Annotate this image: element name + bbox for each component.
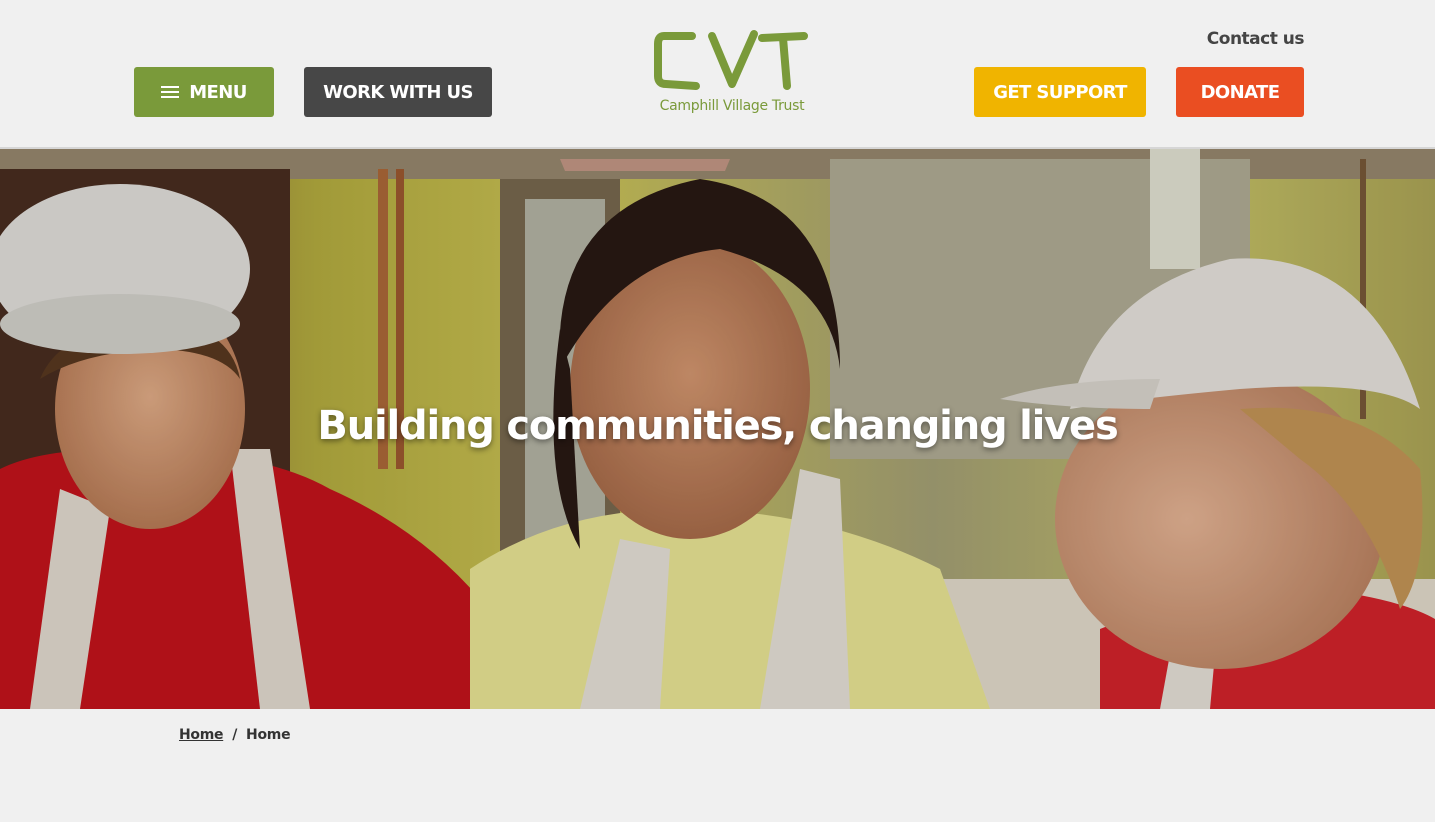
menu-button[interactable]: MENU bbox=[134, 67, 274, 117]
hero-banner: Building communities, changing lives bbox=[0, 149, 1435, 709]
logo-subtitle: Camphill Village Trust bbox=[659, 98, 805, 114]
breadcrumb-current: Home bbox=[246, 727, 291, 743]
cvt-logo-mark bbox=[654, 30, 808, 90]
donate-label: DONATE bbox=[1200, 81, 1280, 103]
contact-us-link[interactable]: Contact us bbox=[1207, 29, 1305, 49]
donate-button[interactable]: DONATE bbox=[1176, 67, 1304, 117]
work-with-us-label: WORK WITH US bbox=[323, 81, 473, 103]
hero-title: Building communities, changing lives bbox=[317, 403, 1118, 449]
site-logo[interactable]: Camphill Village Trust bbox=[652, 28, 812, 120]
breadcrumb-separator: / bbox=[232, 727, 238, 743]
work-with-us-button[interactable]: WORK WITH US bbox=[304, 67, 492, 117]
get-support-label: GET SUPPORT bbox=[993, 81, 1127, 103]
site-header: MENU WORK WITH US Camphill Village Trust… bbox=[0, 0, 1435, 149]
menu-button-label: MENU bbox=[189, 81, 247, 103]
get-support-button[interactable]: GET SUPPORT bbox=[974, 67, 1146, 117]
breadcrumb-home-link[interactable]: Home bbox=[179, 727, 224, 743]
hamburger-icon bbox=[161, 85, 180, 99]
breadcrumb: Home / Home bbox=[179, 727, 291, 743]
